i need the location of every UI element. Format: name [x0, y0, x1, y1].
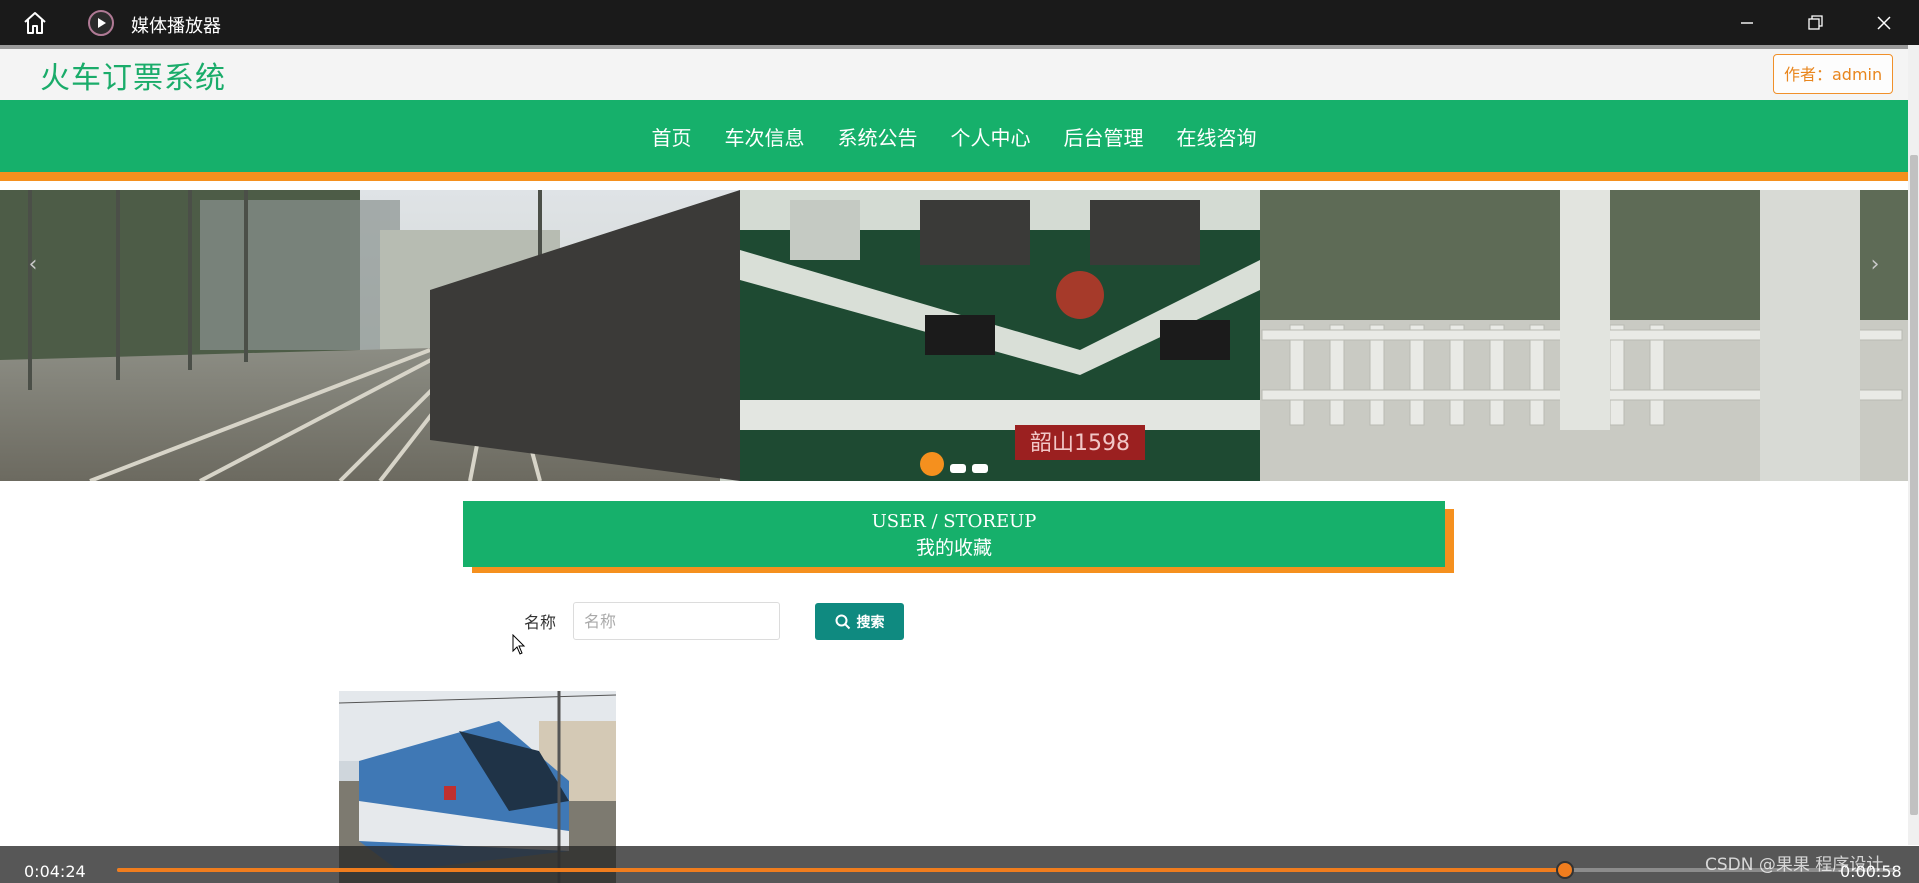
search-label: 名称: [524, 613, 557, 632]
current-time: 0:04:24: [24, 862, 86, 881]
section-title-en: USER / STOREUP: [871, 511, 1037, 532]
seek-bar-thumb[interactable]: [1556, 861, 1575, 879]
site-header: 火车订票系统 作者：admin: [0, 45, 1908, 100]
banner-carousel: 韶山1598 ‹ ›: [0, 190, 1908, 481]
watermark: CSDN @果果 程序设计: [1705, 855, 1884, 875]
search-button[interactable]: 搜索: [815, 603, 904, 640]
restore-icon: [1808, 15, 1823, 30]
nav-item-admin[interactable]: 后台管理: [1064, 122, 1144, 151]
seek-bar[interactable]: [117, 861, 1897, 879]
nav-item-train-info[interactable]: 车次信息: [725, 122, 805, 151]
search-button-label: 搜索: [856, 614, 885, 631]
author-badge: 作者：admin: [1773, 54, 1894, 94]
nav-item-online-consult[interactable]: 在线咨询: [1177, 122, 1257, 151]
banner-prev-arrow-icon[interactable]: ‹: [18, 252, 48, 282]
player-controls: 0:04:24 0:00:58: [0, 846, 1919, 883]
search-icon: [835, 614, 850, 629]
nav-item-announcements[interactable]: 系统公告: [838, 122, 918, 151]
close-icon: [1877, 16, 1891, 30]
page-scrollbar-thumb[interactable]: [1910, 155, 1918, 815]
carousel-dot-active[interactable]: [920, 452, 944, 476]
carousel-dot[interactable]: [950, 464, 966, 473]
train-plate-text: 韶山1598: [1030, 431, 1130, 456]
banner-image: 韶山1598: [0, 190, 1908, 481]
nav-items: 首页 车次信息 系统公告 个人中心 后台管理 在线咨询: [0, 122, 1908, 151]
banner-next-arrow-icon[interactable]: ›: [1860, 252, 1890, 282]
close-button[interactable]: [1849, 0, 1919, 45]
site-title: 火车订票系统: [40, 61, 226, 96]
home-icon[interactable]: [22, 11, 48, 35]
media-player-logo-icon: [88, 10, 114, 36]
minimize-button[interactable]: [1712, 0, 1782, 45]
search-input[interactable]: [573, 602, 780, 640]
main-nav: 首页 车次信息 系统公告 个人中心 后台管理 在线咨询: [0, 100, 1908, 181]
nav-item-home[interactable]: 首页: [652, 122, 692, 151]
minimize-icon: [1741, 22, 1753, 24]
nav-item-personal-center[interactable]: 个人中心: [951, 122, 1031, 151]
section-title-cn: 我的收藏: [915, 537, 992, 559]
section-title: USER / STOREUP 我的收藏: [463, 501, 1445, 567]
seek-bar-fill: [117, 868, 1566, 872]
mouse-cursor-icon: [512, 634, 526, 655]
carousel-dot[interactable]: [972, 464, 988, 473]
window-title: 媒体播放器: [131, 16, 221, 37]
player-title-bar: 媒体播放器: [0, 0, 1919, 45]
restore-button[interactable]: [1780, 0, 1850, 45]
